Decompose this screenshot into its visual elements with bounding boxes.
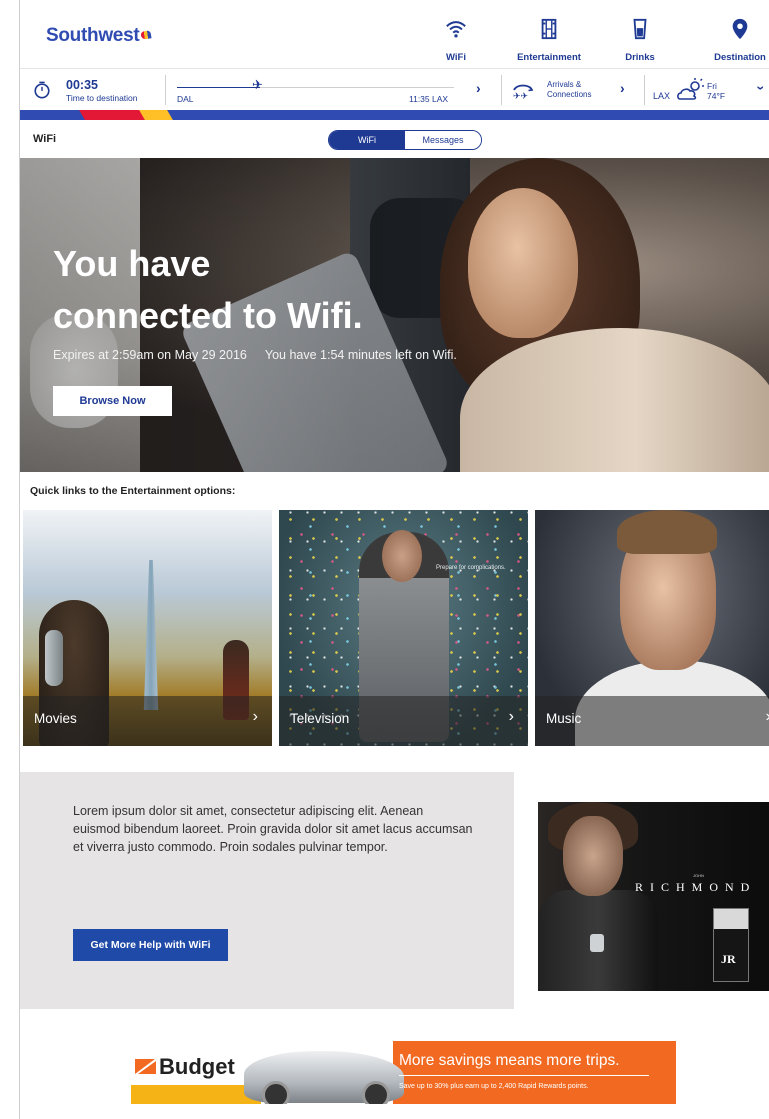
divider	[501, 75, 502, 105]
quick-link-movies[interactable]: Movies ›	[23, 510, 272, 746]
divider	[644, 75, 645, 105]
stripe-yellow	[139, 110, 173, 120]
tile-caption: Movies ›	[23, 696, 272, 746]
wifi-expiry: Expires at 2:59am on May 29 2016	[53, 348, 247, 362]
ad-model-face	[563, 816, 623, 896]
hero-heading: You have connected to Wifi.	[53, 238, 473, 342]
time-to-destination-value: 00:35	[66, 78, 98, 92]
top-header: Southwest WiFi Entertainment Drinks Dest…	[20, 0, 769, 68]
nav-drinks[interactable]: Drinks	[595, 18, 685, 65]
nav-label: Entertainment	[517, 52, 581, 63]
get-more-help-button[interactable]: Get More Help with WiFi	[73, 929, 228, 961]
quick-link-television[interactable]: Prepare for complications. Television ›	[279, 510, 528, 746]
section-title: WiFi	[33, 133, 57, 145]
banner-rule	[399, 1075, 649, 1076]
time-to-destination-label: Time to destination	[66, 93, 138, 103]
tile-caption: Television ›	[279, 696, 528, 746]
quick-link-music[interactable]: Music ›	[535, 510, 769, 746]
browse-now-button[interactable]: Browse Now	[53, 386, 172, 416]
ad-brand-text: RICHMOND	[635, 880, 757, 894]
chevron-right-icon: ›	[508, 708, 514, 725]
film-icon	[541, 18, 557, 40]
nav-label: Drinks	[625, 52, 655, 63]
weather-temp: 74°F	[707, 91, 726, 101]
svg-text:✈✈: ✈✈	[513, 92, 529, 101]
section-header: WiFi WiFi Messages	[20, 120, 769, 158]
tile-caption: Music ›	[535, 696, 769, 746]
car-image	[244, 1051, 404, 1104]
drink-icon	[633, 18, 647, 40]
wifi-time-remaining: You have 1:54 minutes left on Wifi.	[264, 348, 457, 362]
tab-wifi[interactable]: WiFi	[329, 131, 405, 149]
brand-stripe	[20, 110, 769, 120]
weather-readout: Fri 74°F	[707, 81, 725, 101]
logo-text: Southwest	[46, 25, 140, 46]
flight-info-bar: 00:35 Time to destination ✈ DAL 11:35 LA…	[20, 68, 769, 111]
origin-airport: DAL	[177, 94, 194, 104]
connections-line-1: Arrivals &	[547, 80, 582, 89]
partly-cloudy-icon	[677, 78, 704, 100]
hero-banner: You have connected to Wifi. Expires at 2…	[20, 158, 769, 472]
tab-messages[interactable]: Messages	[405, 131, 481, 149]
nav-label: Destination	[714, 52, 766, 63]
tv-still-head	[382, 530, 422, 582]
stopwatch-icon	[34, 81, 50, 99]
music-still-hair	[617, 510, 717, 554]
budget-banner-ad[interactable]: Budget More savings means more trips. Sa…	[131, 1041, 676, 1104]
hero-heading-line-1: You have	[53, 243, 211, 284]
chevron-right-icon[interactable]: ›	[620, 80, 625, 96]
wifi-help-panel: Lorem ipsum dolor sit amet, consectetur …	[20, 772, 514, 1009]
ad-john-text: JOHN	[693, 873, 704, 878]
banner-yellow-band	[131, 1085, 261, 1104]
connections-line-2: Connections	[547, 90, 592, 99]
airplane-icon: ✈	[252, 77, 263, 92]
app-frame: Southwest WiFi Entertainment Drinks Dest…	[0, 0, 769, 1119]
banner-orange-panel	[393, 1041, 676, 1104]
destination-airport: LAX	[653, 91, 671, 101]
chevron-right-icon: ›	[252, 708, 258, 725]
movie-still-tower	[143, 560, 159, 710]
arrivals-connections-link[interactable]: Arrivals & Connections	[547, 80, 591, 100]
car-wheel	[362, 1081, 390, 1104]
wifi-icon	[446, 21, 466, 38]
heart-logo-icon	[140, 30, 152, 40]
banner-headline: More savings means more trips.	[399, 1052, 620, 1069]
ad-pendant	[590, 934, 604, 952]
help-body-text: Lorem ipsum dolor sit amet, consectetur …	[73, 804, 473, 854]
southwest-logo[interactable]: Southwest	[46, 25, 152, 47]
car-wheel	[262, 1081, 290, 1104]
banner-fine-print: Save up to 30% plus earn up to 2,400 Rap…	[399, 1083, 589, 1090]
hero-heading-line-2: connected to Wifi.	[53, 295, 363, 336]
tile-label: Television	[290, 711, 350, 726]
chevron-right-icon[interactable]: ›	[476, 80, 481, 96]
arrival-time: 11:35 LAX	[409, 94, 449, 104]
tv-tagline: Prepare for complications.	[436, 565, 506, 571]
nav-destination[interactable]: Destination	[695, 18, 769, 65]
stripe-red	[79, 110, 149, 120]
location-pin-icon	[732, 18, 748, 40]
divider	[165, 75, 166, 105]
chevron-down-icon[interactable]: ›	[753, 86, 769, 91]
flight-progress-fill	[177, 87, 260, 88]
nav-wifi[interactable]: WiFi	[411, 18, 501, 65]
ad-monogram: JR	[721, 952, 736, 966]
nav-label: WiFi	[446, 52, 466, 63]
weather-day: Fri	[707, 81, 717, 91]
quick-links-heading: Quick links to the Entertainment options…	[30, 485, 236, 497]
perfume-bottle	[713, 908, 749, 982]
movie-still-jetpack	[45, 630, 63, 686]
connections-icon: ✈✈	[513, 84, 534, 101]
wifi-messages-toggle: WiFi Messages	[328, 130, 482, 150]
nav-entertainment[interactable]: Entertainment	[504, 18, 594, 65]
tile-label: Music	[546, 711, 582, 726]
tile-label: Movies	[34, 711, 77, 726]
richmond-ad[interactable]: JOHN RICHMOND JR	[538, 802, 769, 991]
hero-subtext: Expires at 2:59am on May 29 2016 You have…	[53, 348, 457, 362]
budget-logo-text: Budget	[159, 1054, 235, 1079]
